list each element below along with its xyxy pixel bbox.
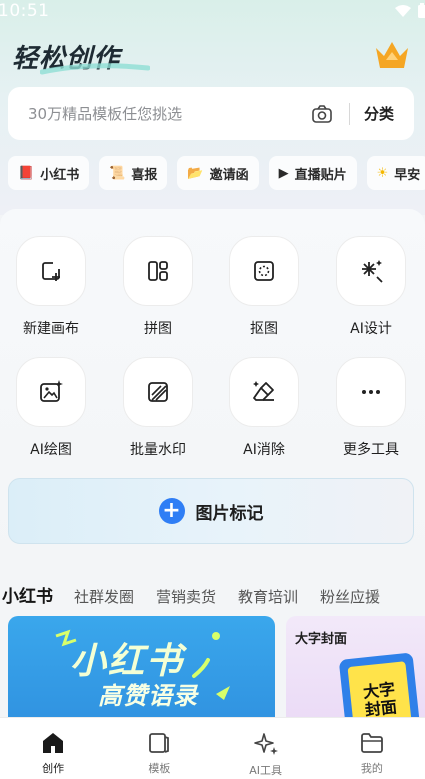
tool-icon-box[interactable] xyxy=(336,236,406,306)
search-divider xyxy=(348,102,350,125)
card-title: 大字封面 xyxy=(295,632,348,647)
chip-label: 直播贴片 xyxy=(294,167,347,183)
tab-fan-support[interactable]: 粉丝应援 xyxy=(320,586,380,607)
chip-good-news[interactable]: 📜 喜报 xyxy=(99,156,168,190)
status-time: 10:51 xyxy=(0,1,50,21)
tool-icon-box[interactable] xyxy=(123,236,193,306)
quick-category-chips: 📕 小红书 📜 喜报 📂 邀请函 ▶ 直播贴片 ☀ 早安 xyxy=(8,156,425,190)
status-bar: 10:51 xyxy=(0,0,425,22)
tool-label: AI绘图 xyxy=(30,442,72,458)
template-icon xyxy=(149,733,170,753)
chip-xiaohongshu[interactable]: 📕 小红书 xyxy=(8,156,90,190)
tab-marketing[interactable]: 营销卖货 xyxy=(156,586,216,607)
chip-label: 喜报 xyxy=(131,167,158,183)
eraser-icon xyxy=(253,381,274,401)
tool-label: 抠图 xyxy=(250,321,278,337)
chip-label: 小红书 xyxy=(40,167,80,183)
ai-image-icon xyxy=(40,380,63,402)
chip-invitation[interactable]: 📂 邀请函 xyxy=(177,156,259,190)
nav-label: AI工具 xyxy=(249,764,283,777)
folder-icon xyxy=(360,733,383,753)
tool-cutout[interactable]: 抠图 xyxy=(211,236,317,338)
scroll-icon: 📜 xyxy=(109,165,126,181)
tool-collage[interactable]: 拼图 xyxy=(105,236,211,338)
new-canvas-icon xyxy=(42,262,60,281)
template-category-tabs: 小红书 社群发圈 营销卖货 教育培训 粉丝应援 xyxy=(2,582,402,607)
watermark-icon xyxy=(148,382,168,402)
chip-label: 邀请函 xyxy=(209,167,249,183)
ai-sparkle-icon xyxy=(253,733,278,755)
nav-mine[interactable]: 我的 xyxy=(319,718,425,779)
tool-icon-box[interactable] xyxy=(123,357,193,427)
tool-ai-drawing[interactable]: AI绘图 xyxy=(0,357,104,459)
tool-label: AI设计 xyxy=(350,321,392,337)
tool-label: 拼图 xyxy=(144,321,172,337)
image-mark-label: 图片标记 xyxy=(195,503,264,524)
nav-label: 我的 xyxy=(360,762,383,775)
tool-more[interactable]: 更多工具 xyxy=(318,357,424,459)
envelope-icon: 📂 xyxy=(187,165,204,181)
tool-ai-remove[interactable]: AI消除 xyxy=(211,357,317,459)
tab-xiaohongshu[interactable]: 小红书 xyxy=(2,582,53,607)
title-underline-decoration xyxy=(40,63,150,75)
wifi-icon xyxy=(395,5,411,17)
search-placeholder[interactable]: 30万精品模板任您挑选 xyxy=(28,103,311,124)
chip-label: 早安 xyxy=(394,167,421,183)
tool-label: 批量水印 xyxy=(130,442,186,458)
tool-batch-watermark[interactable]: 批量水印 xyxy=(105,357,211,459)
tool-ai-design[interactable]: AI设计 xyxy=(318,236,424,338)
book-icon: 📕 xyxy=(18,165,35,181)
tool-label: 更多工具 xyxy=(343,442,399,458)
tool-icon-box[interactable] xyxy=(16,236,86,306)
sun-icon: ☀ xyxy=(376,165,389,181)
plus-icon: + xyxy=(158,498,185,524)
chip-live-overlay[interactable]: ▶ 直播贴片 xyxy=(268,156,357,190)
bottom-navigation: 创作 模板 AI工具 我的 xyxy=(0,717,425,779)
tool-icon-box[interactable] xyxy=(16,357,86,427)
home-icon xyxy=(43,733,64,753)
status-icons xyxy=(394,3,425,19)
nav-ai-tools[interactable]: AI工具 xyxy=(213,718,319,779)
tab-community[interactable]: 社群发圈 xyxy=(74,586,134,607)
search-bar[interactable]: 30万精品模板任您挑选 分类 xyxy=(8,87,414,140)
play-icon: ▶ xyxy=(278,165,289,181)
collage-icon xyxy=(148,261,168,281)
nav-templates[interactable]: 模板 xyxy=(106,718,212,779)
camera-icon[interactable] xyxy=(311,103,333,125)
ai-sparkle-icon xyxy=(362,260,383,283)
nav-create[interactable]: 创作 xyxy=(0,718,106,779)
battery-icon xyxy=(418,3,425,18)
tool-icon-box[interactable] xyxy=(336,357,406,427)
category-button[interactable]: 分类 xyxy=(364,103,394,124)
card-sub-text: 高赞语录 xyxy=(98,682,198,710)
tool-icon-box[interactable] xyxy=(229,357,299,427)
more-icon xyxy=(362,390,380,394)
image-mark-button[interactable]: + 图片标记 xyxy=(8,478,414,544)
tool-new-canvas[interactable]: 新建画布 xyxy=(0,236,104,338)
tool-label: AI消除 xyxy=(243,442,285,458)
nav-label: 模板 xyxy=(148,762,171,775)
tool-label: 新建画布 xyxy=(23,321,79,337)
chip-good-morning[interactable]: ☀ 早安 xyxy=(366,156,425,190)
cutout-icon xyxy=(254,261,274,281)
tool-icon-box[interactable] xyxy=(229,236,299,306)
tab-education[interactable]: 教育培训 xyxy=(238,586,298,607)
nav-label: 创作 xyxy=(42,762,65,775)
crown-icon[interactable] xyxy=(373,38,411,72)
